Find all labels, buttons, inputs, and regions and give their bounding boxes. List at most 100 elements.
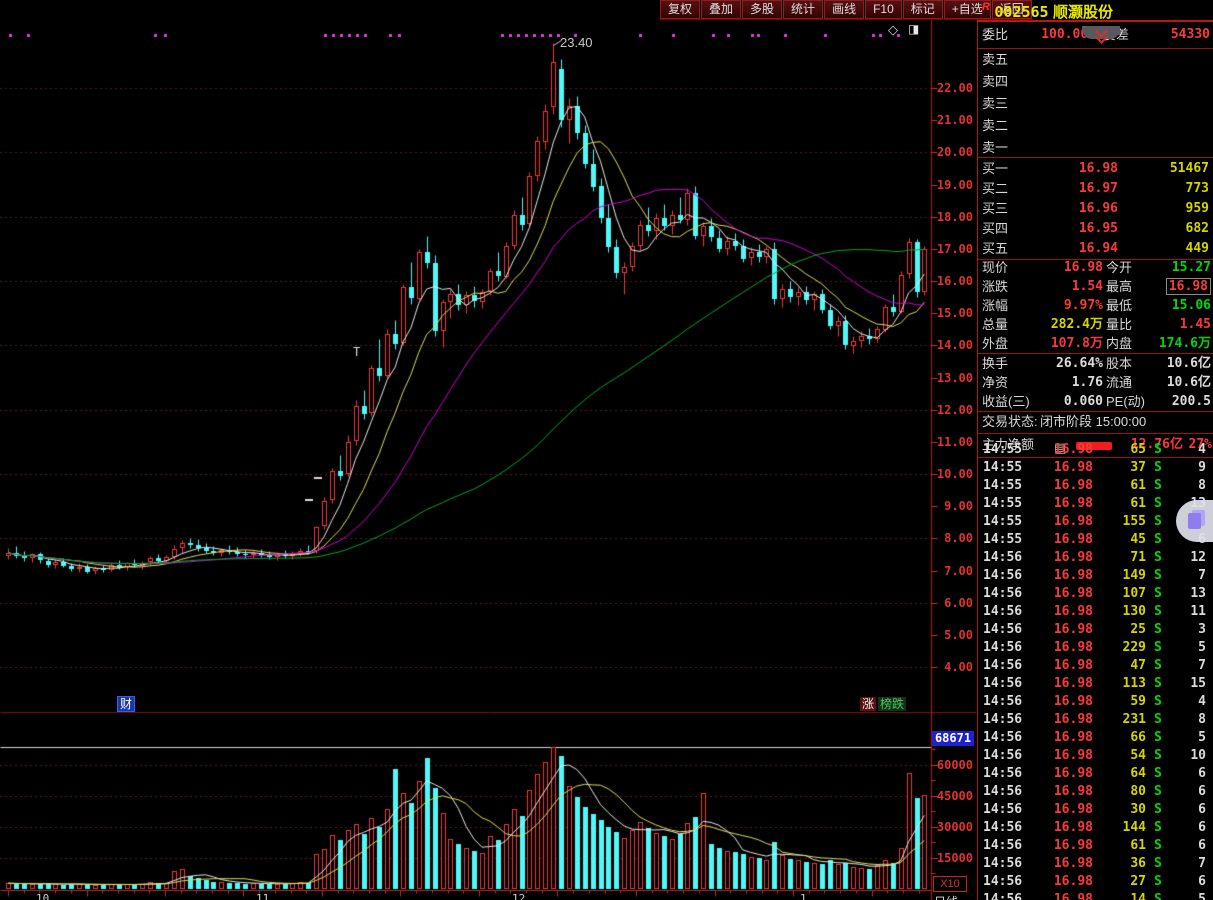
diamond-icon[interactable]: ◇ bbox=[888, 22, 898, 38]
tick-direction: S bbox=[1154, 550, 1162, 565]
finance-indicator-badge[interactable]: 财 bbox=[117, 696, 136, 712]
tick-direction: S bbox=[1154, 604, 1162, 619]
tick-direction: S bbox=[1154, 820, 1162, 835]
toolbar-button-多股[interactable]: 多股 bbox=[742, 0, 783, 19]
tick-direction: S bbox=[1154, 442, 1162, 457]
zhang-badge[interactable]: 涨 bbox=[860, 697, 877, 711]
tick-direction: S bbox=[1154, 712, 1162, 727]
buy-row[interactable]: 买二 16.97 773 bbox=[978, 179, 1213, 199]
tick-time: 14:55 bbox=[983, 478, 1023, 493]
tick-price: 16.98 bbox=[1053, 856, 1093, 871]
sell-row[interactable]: 卖五 bbox=[978, 49, 1213, 71]
tick-volume: 61 bbox=[1130, 838, 1146, 853]
trade-status-label: 交易状态: bbox=[982, 414, 1038, 429]
collapse-panel-button[interactable] bbox=[1082, 25, 1120, 44]
stat-value: 174.6万 bbox=[1158, 336, 1211, 351]
buy-row[interactable]: 买一 16.98 51467 bbox=[978, 159, 1213, 179]
floating-tool-widget[interactable] bbox=[1176, 500, 1213, 542]
buy-volume: 682 bbox=[1185, 221, 1209, 236]
tick-time: 14:55 bbox=[983, 460, 1023, 475]
tick-count: 8 bbox=[1198, 712, 1206, 727]
sell-label: 卖三 bbox=[982, 96, 1009, 111]
stat-value: 1.76 bbox=[1071, 375, 1103, 390]
tick-count: 6 bbox=[1198, 820, 1206, 835]
tick-price: 16.98 bbox=[1053, 748, 1093, 763]
panel-toggle-icon[interactable]: ◨ bbox=[908, 22, 919, 36]
tick-volume: 25 bbox=[1130, 622, 1146, 637]
trade-status-row: 交易状态: 闭市阶段 15:00:00 bbox=[978, 412, 1213, 432]
stat-label: 今开 bbox=[1106, 260, 1133, 275]
tick-time: 14:56 bbox=[983, 568, 1023, 583]
buy-label: 买一 bbox=[982, 161, 1009, 176]
buy-row[interactable]: 买三 16.96 959 bbox=[978, 199, 1213, 219]
kline-chart-canvas[interactable] bbox=[0, 20, 977, 900]
tick-direction: S bbox=[1154, 640, 1162, 655]
tick-direction: S bbox=[1154, 658, 1162, 673]
tick-row: 14:56 16.98 66 S 5 bbox=[978, 729, 1213, 747]
toolbar-button-画线[interactable]: 画线 bbox=[824, 0, 865, 19]
price-axis-label: 12.00 bbox=[936, 403, 973, 417]
stat-label: 涨幅 bbox=[982, 298, 1009, 313]
tick-time: 14:56 bbox=[983, 766, 1023, 781]
sell-row[interactable]: 卖四 bbox=[978, 71, 1213, 93]
tick-time: 14:56 bbox=[983, 892, 1023, 900]
stat-row: 收益(三) 0.060 PE(动) 200.5 bbox=[978, 392, 1213, 411]
bangdie-badge[interactable]: 榜跌 bbox=[878, 697, 907, 711]
trading-terminal-window: { "toolbar": {"buttons": ["复权","叠加","多股"… bbox=[0, 0, 1213, 900]
stat-label: 外盘 bbox=[982, 336, 1009, 351]
weicha-value: 54330 bbox=[1170, 27, 1210, 42]
toolbar-button-F10[interactable]: F10 bbox=[865, 0, 902, 19]
tick-row: 14:55 16.98 61 S 8 bbox=[978, 477, 1213, 495]
tick-count: 6 bbox=[1198, 766, 1206, 781]
buy-price: 16.95 bbox=[1078, 221, 1118, 236]
tick-count: 7 bbox=[1198, 568, 1206, 583]
tick-volume: 107 bbox=[1122, 586, 1146, 601]
stat-value: 107.8万 bbox=[1050, 336, 1103, 351]
tick-direction: S bbox=[1154, 892, 1162, 900]
tick-volume: 61 bbox=[1130, 496, 1146, 511]
tick-time: 14:55 bbox=[983, 514, 1023, 529]
toolbar-button-叠加[interactable]: 叠加 bbox=[701, 0, 742, 19]
toolbar-button-标记[interactable]: 标记 bbox=[902, 0, 943, 19]
toolbar-button-统计[interactable]: 统计 bbox=[783, 0, 824, 19]
price-axis-label: 11.00 bbox=[936, 435, 973, 449]
tick-direction: S bbox=[1154, 514, 1162, 529]
tick-time: 14:55 bbox=[983, 532, 1023, 547]
tick-row: 14:56 16.98 231 S 8 bbox=[978, 711, 1213, 729]
tick-time: 14:56 bbox=[983, 838, 1023, 853]
buy-row[interactable]: 买五 16.94 449 bbox=[978, 239, 1213, 259]
price-axis-label: 4.00 bbox=[944, 660, 973, 674]
time-axis-label: 11 bbox=[256, 892, 270, 900]
tick-direction: S bbox=[1154, 802, 1162, 817]
margin-flag-badge: R bbox=[982, 1, 990, 13]
sell-row[interactable]: 卖一 bbox=[978, 137, 1213, 159]
tick-time: 14:56 bbox=[983, 586, 1023, 601]
tick-volume: 231 bbox=[1122, 712, 1146, 727]
stat-label: 现价 bbox=[982, 260, 1009, 275]
stat-value: 200.5 bbox=[1171, 394, 1211, 409]
tick-price: 16.98 bbox=[1053, 460, 1093, 475]
stat-value: 15.27 bbox=[1171, 260, 1211, 275]
tick-price: 16.98 bbox=[1053, 838, 1093, 853]
tick-volume: 64 bbox=[1130, 766, 1146, 781]
stat-value: 10.6亿 bbox=[1166, 356, 1211, 371]
tick-count: 5 bbox=[1198, 640, 1206, 655]
tick-price: 16.98 bbox=[1053, 676, 1093, 691]
tick-count: 7 bbox=[1198, 856, 1206, 871]
tick-price: 16.98 bbox=[1053, 532, 1093, 547]
stat-label: PE(动) bbox=[1106, 394, 1146, 409]
toolbar-button-复权[interactable]: 复权 bbox=[660, 0, 701, 19]
tick-price: 16.98 bbox=[1053, 712, 1093, 727]
buy-volume: 773 bbox=[1185, 181, 1209, 196]
price-axis-label: 8.00 bbox=[944, 531, 973, 545]
buy-row[interactable]: 买四 16.95 682 bbox=[978, 219, 1213, 239]
floating-pages-icon bbox=[1188, 513, 1201, 529]
stat-label: 股本 bbox=[1106, 356, 1133, 371]
period-label[interactable]: 日线 bbox=[934, 893, 958, 900]
sell-row[interactable]: 卖三 bbox=[978, 93, 1213, 115]
tick-time: 14:56 bbox=[983, 676, 1023, 691]
tick-price: 16.98 bbox=[1053, 586, 1093, 601]
tick-time: 14:56 bbox=[983, 856, 1023, 871]
sell-row[interactable]: 卖二 bbox=[978, 115, 1213, 137]
tick-price: 16.98 bbox=[1053, 442, 1093, 457]
